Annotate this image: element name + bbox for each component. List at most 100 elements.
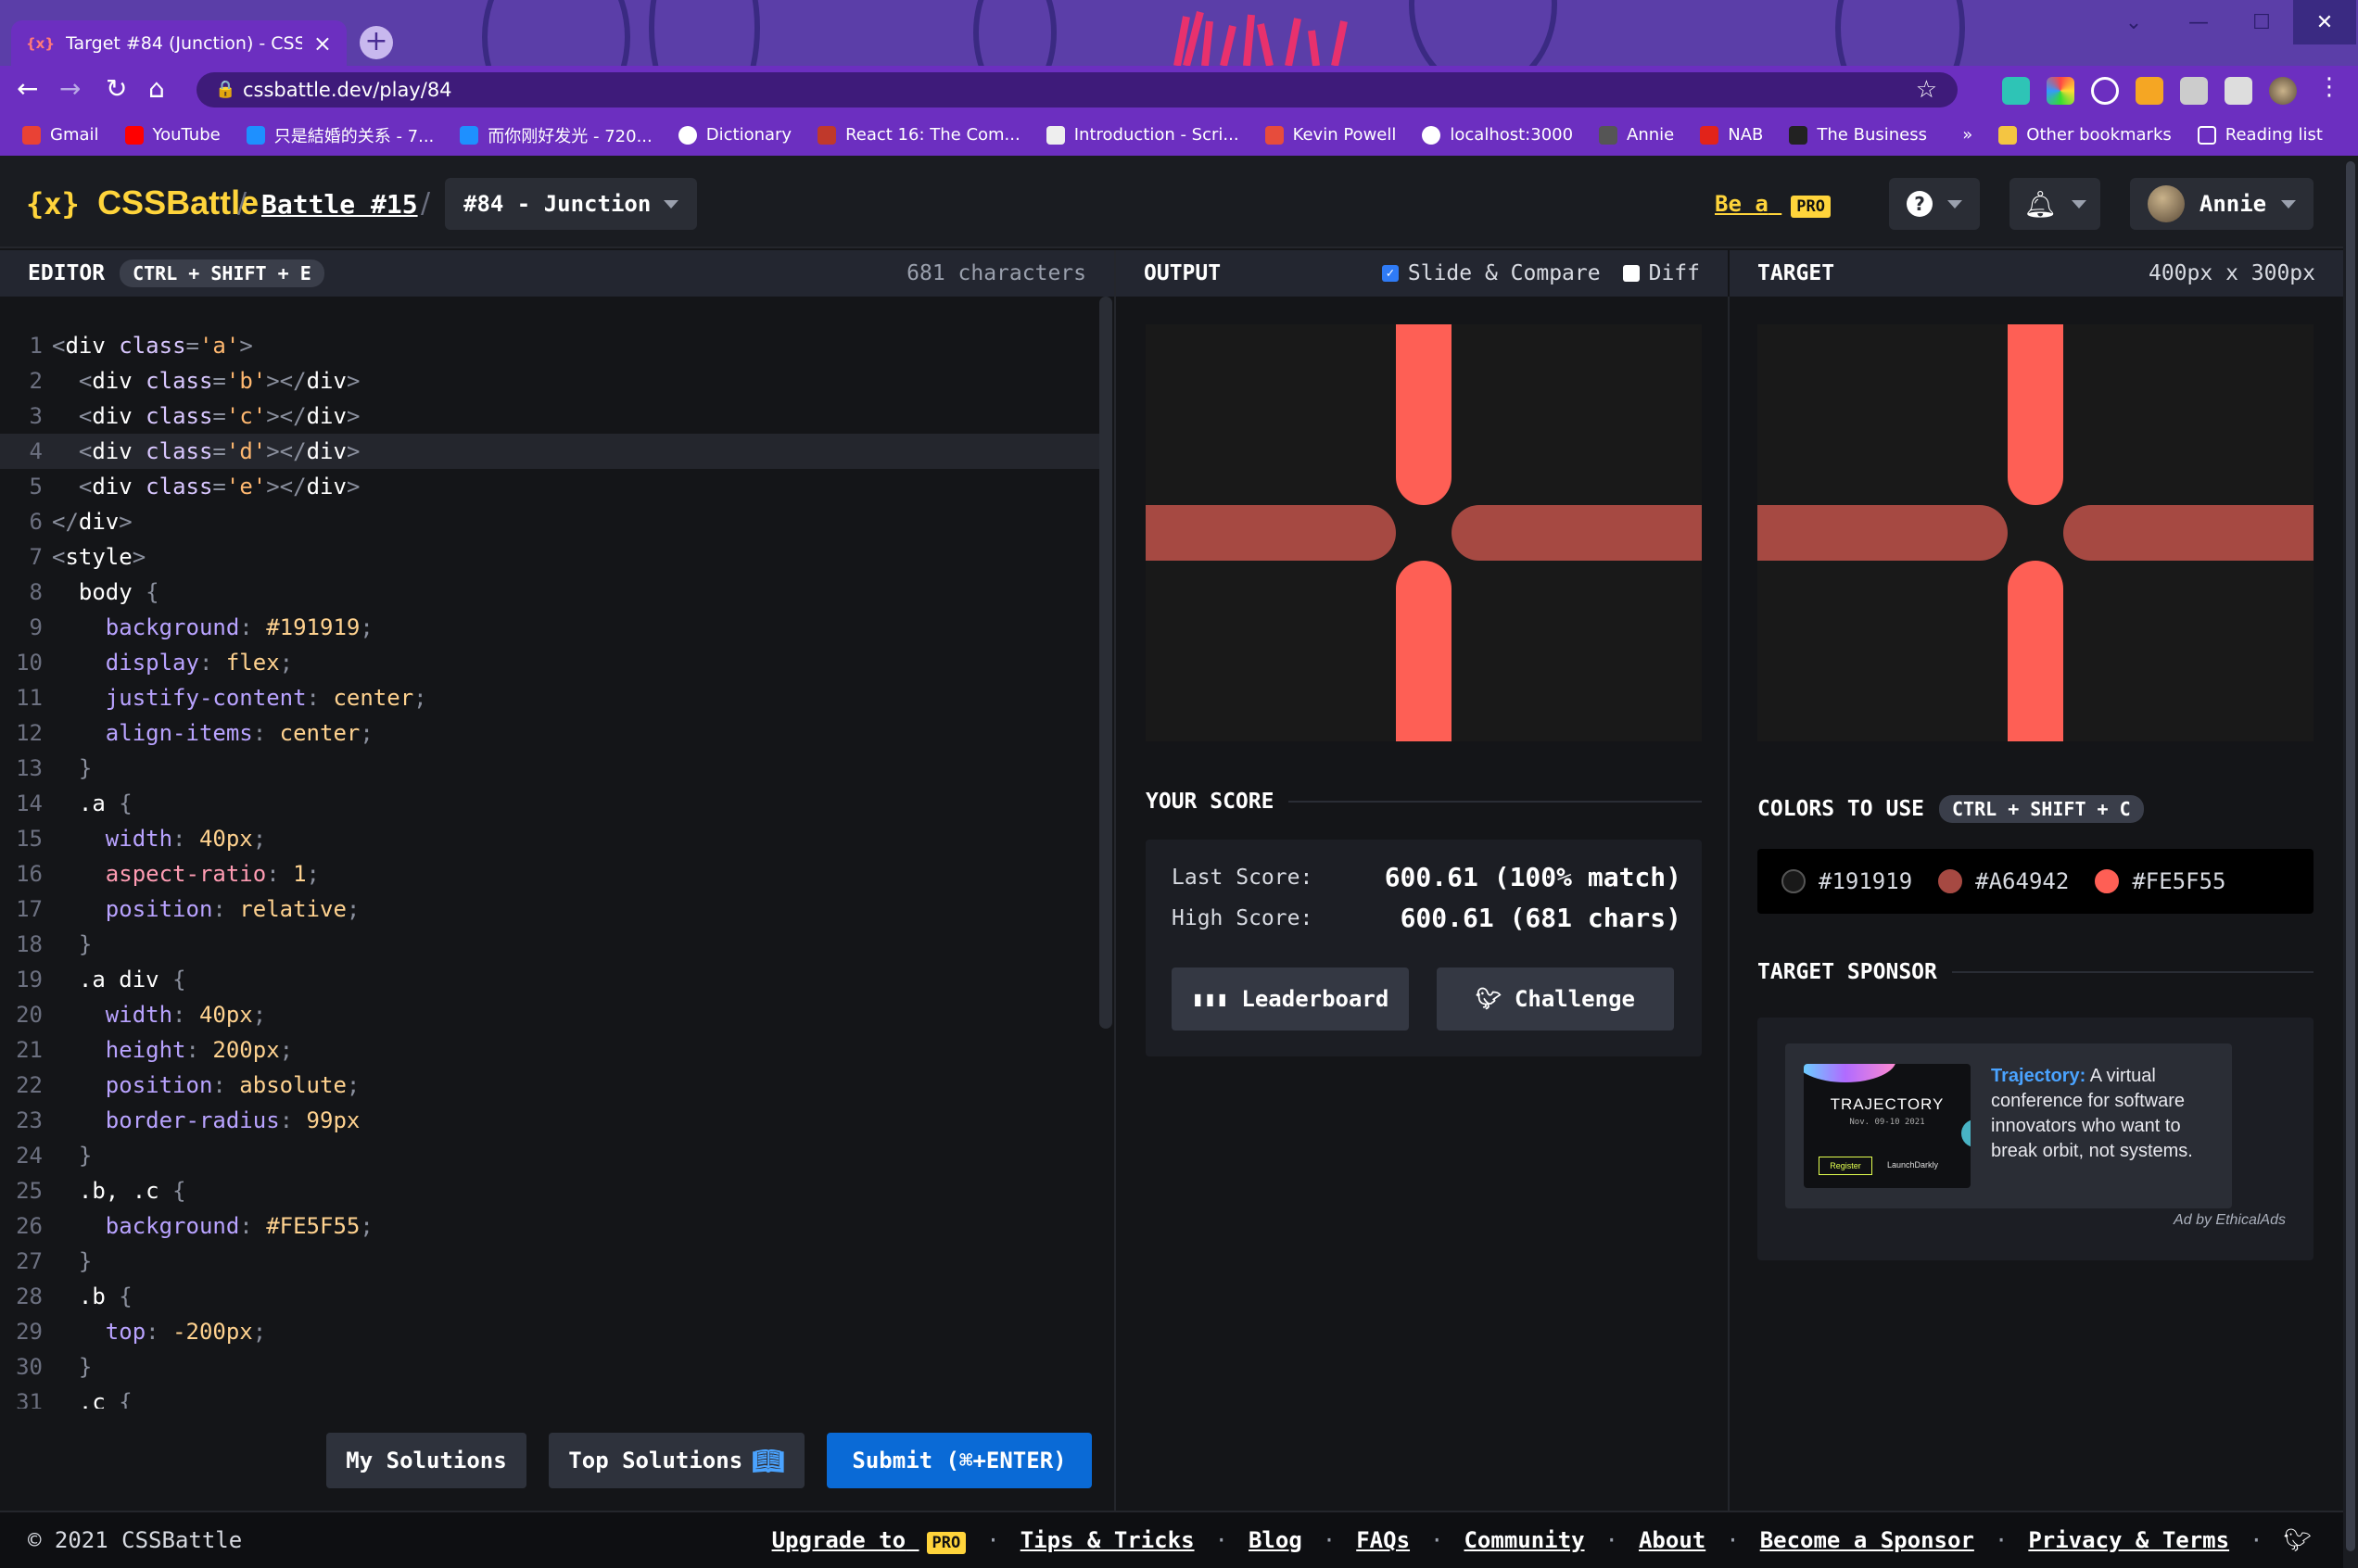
react-devtools-icon[interactable] — [2002, 77, 2030, 105]
bookmark-localhost[interactable]: localhost:3000 — [1409, 125, 1586, 145]
diff-toggle[interactable]: Diff — [1622, 261, 1700, 285]
challenge-button[interactable]: 🐦︎ Challenge — [1437, 967, 1674, 1031]
sponsor-ad[interactable]: TRAJECTORY Nov. 09-10 2021 Register Laun… — [1785, 1043, 2232, 1208]
back-arrow-icon[interactable]: ← — [17, 73, 38, 104]
bookmark-youtube[interactable]: YouTube — [112, 125, 234, 145]
bookmark-video-1[interactable]: 只是結婚的关系 - 7... — [234, 123, 448, 147]
code-line[interactable]: 1 < div class ='a' > — [0, 328, 1099, 363]
code-line[interactable]: 23 border-radius: 99px — [0, 1103, 1099, 1138]
tips-tricks-link[interactable]: Tips & Tricks — [1021, 1527, 1195, 1553]
bookmark-kevin-powell[interactable]: Kevin Powell — [1252, 125, 1410, 145]
code-line[interactable]: 28 .b { — [0, 1279, 1099, 1314]
color-swatch-background[interactable]: #191919 — [1781, 868, 1912, 894]
code-line[interactable]: 16 aspect-ratio: 1; — [0, 856, 1099, 891]
cssbattle-logo[interactable]: {x} CSSBattle — [26, 183, 259, 222]
code-editor[interactable]: 1 < div class ='a' >2 < div class ='b' ></div > 3… — [0, 297, 1112, 1409]
upgrade-link[interactable]: Upgrade to PRO — [772, 1527, 967, 1554]
code-line[interactable]: 17 position: relative; — [0, 891, 1099, 927]
code-line[interactable]: 12 align-items: center; — [0, 715, 1099, 751]
target-preview[interactable] — [1757, 324, 2314, 741]
code-line[interactable]: 9 background: #191919; — [0, 610, 1099, 645]
code-line[interactable]: 11 justify-content: center; — [0, 680, 1099, 715]
bookmark-annie[interactable]: Annie — [1586, 125, 1687, 145]
battle-link[interactable]: Battle #15 — [261, 189, 418, 220]
code-line[interactable]: 2 < div class ='b' ></div > — [0, 363, 1099, 398]
media-control-icon[interactable] — [2225, 77, 2252, 105]
other-bookmarks[interactable]: Other bookmarks — [1985, 125, 2184, 145]
help-dropdown-button[interactable]: ? — [1889, 178, 1980, 230]
code-line[interactable]: 29 top: -200px; — [0, 1314, 1099, 1349]
reading-list[interactable]: Reading list — [2185, 125, 2336, 145]
color-picker-extension-icon[interactable] — [2047, 77, 2074, 105]
bookmark-gmail[interactable]: Gmail — [0, 125, 112, 145]
target-extension-icon[interactable] — [2091, 77, 2119, 105]
community-link[interactable]: Community — [1464, 1527, 1584, 1553]
twitter-icon[interactable]: 🐦︎ — [2284, 1527, 2312, 1553]
extensions-puzzle-icon[interactable] — [2180, 77, 2208, 105]
blog-link[interactable]: Blog — [1249, 1527, 1302, 1553]
code-line[interactable]: 26 background: #FE5F55; — [0, 1208, 1099, 1244]
checkbox-checked-icon[interactable]: ✓ — [1381, 265, 1399, 282]
profile-avatar-icon[interactable] — [2269, 77, 2297, 105]
new-tab-button[interactable]: + — [360, 26, 393, 59]
bookmark-introduction[interactable]: Introduction - Scri... — [1033, 125, 1252, 145]
more-bookmarks-button[interactable]: » — [1949, 125, 1985, 145]
code-line[interactable]: 7 < style > — [0, 539, 1099, 575]
tab-search-icon[interactable]: ⌄ — [2102, 0, 2165, 44]
color-swatch-dark-red[interactable]: #A64942 — [1938, 868, 2069, 894]
bookmark-star-icon[interactable]: ☆ — [1916, 72, 1937, 107]
panel-divider[interactable] — [1114, 250, 1116, 1511]
minimize-window-button[interactable]: — — [2167, 0, 2230, 44]
bookmark-react[interactable]: React 16: The Com... — [805, 125, 1033, 145]
code-lines[interactable]: 1 < div class ='a' >2 < div class ='b' ></div > 3… — [0, 328, 1099, 1409]
bookmark-nab[interactable]: NAB — [1687, 125, 1776, 145]
scrollbar-thumb[interactable] — [2346, 161, 2355, 1551]
code-line[interactable]: 24 } — [0, 1138, 1099, 1173]
checkbox-unchecked-icon[interactable] — [1622, 265, 1640, 282]
reload-icon[interactable]: ↻ — [106, 73, 127, 104]
privacy-terms-link[interactable]: Privacy & Terms — [2028, 1527, 2229, 1553]
faqs-link[interactable]: FAQs — [1356, 1527, 1410, 1553]
color-swatch-light-red[interactable]: #FE5F55 — [2095, 868, 2225, 894]
be-a-pro-link[interactable]: Be a PRO — [1715, 191, 1831, 218]
code-line[interactable]: 22 position: absolute; — [0, 1068, 1099, 1103]
top-solutions-button[interactable]: Top Solutions 📖︎ — [549, 1433, 805, 1488]
browser-menu-icon[interactable]: ⋮ — [2317, 73, 2341, 101]
about-link[interactable]: About — [1639, 1527, 1705, 1553]
code-line[interactable]: 18 } — [0, 927, 1099, 962]
close-tab-icon[interactable]: × — [313, 31, 332, 57]
code-line[interactable]: 31 .c { — [0, 1385, 1099, 1409]
become-sponsor-link[interactable]: Become a Sponsor — [1760, 1527, 1974, 1553]
code-line[interactable]: 15 width: 40px; — [0, 821, 1099, 856]
url-bar[interactable]: 🔒 cssbattle.dev/play/84 ☆ — [196, 72, 1958, 107]
code-line[interactable]: 10 display: flex; — [0, 645, 1099, 680]
notifications-button[interactable]: 🔔︎ — [2009, 178, 2100, 230]
code-line[interactable]: 20 width: 40px; — [0, 997, 1099, 1032]
code-line[interactable]: 4 < div class ='d' ></div > — [0, 434, 1099, 469]
editor-scrollbar[interactable] — [1099, 297, 1112, 1029]
code-line[interactable]: 13 } — [0, 751, 1099, 786]
maximize-window-button[interactable]: ☐ — [2230, 0, 2293, 44]
notes-extension-icon[interactable] — [2136, 77, 2163, 105]
output-preview[interactable] — [1146, 324, 1702, 741]
code-line[interactable]: 27 } — [0, 1244, 1099, 1279]
forward-arrow-icon[interactable]: → — [59, 73, 81, 104]
code-line[interactable]: 30 } — [0, 1349, 1099, 1385]
code-line[interactable]: 5 < div class ='e' ></div > — [0, 469, 1099, 504]
leaderboard-button[interactable]: ▮▮▮ Leaderboard — [1172, 967, 1409, 1031]
code-line[interactable]: 14 .a { — [0, 786, 1099, 821]
code-line[interactable]: 25 .b, .c { — [0, 1173, 1099, 1208]
home-icon[interactable]: ⌂ — [148, 73, 165, 104]
code-line[interactable]: 21 height: 200px; — [0, 1032, 1099, 1068]
submit-button[interactable]: Submit (⌘+ENTER) — [827, 1433, 1092, 1488]
code-line[interactable]: 6 </div > — [0, 504, 1099, 539]
slide-compare-toggle[interactable]: ✓ Slide & Compare — [1381, 261, 1601, 285]
bookmark-the-business[interactable]: The Business — [1776, 125, 1940, 145]
bookmark-dictionary[interactable]: Dictionary — [666, 125, 805, 145]
ad-brand[interactable]: Trajectory: — [1991, 1066, 2085, 1086]
page-scrollbar[interactable] — [2343, 156, 2358, 1568]
my-solutions-button[interactable]: My Solutions — [326, 1433, 526, 1488]
close-window-button[interactable]: ✕ — [2293, 0, 2356, 44]
code-line[interactable]: 19 .a div { — [0, 962, 1099, 997]
ad-attribution[interactable]: Ad by EthicalAds — [2174, 1212, 2286, 1229]
